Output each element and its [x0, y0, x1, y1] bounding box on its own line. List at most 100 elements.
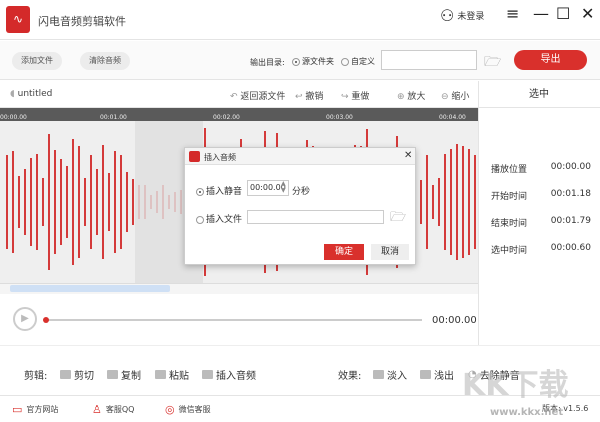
waveform-bar — [132, 179, 134, 225]
dialog-folder-icon[interactable]: 🗁 — [390, 208, 406, 230]
insert-audio-dialog: 插入音频 ✕ 插入静音 00:00.00 ▲ ▼ 分秒 插入文件 🗁 确定 取消 — [184, 147, 416, 265]
panel-row: 选中时间 00:00.60 — [491, 243, 591, 256]
panel-row: 开始时间 00:01.18 — [491, 189, 591, 202]
waveform-bar — [420, 180, 422, 224]
output-dir-label: 输出目录: — [250, 58, 285, 67]
qq-icon: ♙ — [92, 403, 102, 416]
copy-icon — [107, 370, 118, 379]
dialog-title: 插入音频 — [204, 153, 236, 162]
tick-label: 00:00.00 — [0, 114, 27, 121]
insert-icon — [202, 370, 213, 379]
radio-custom[interactable]: 自定义 — [341, 56, 375, 67]
edit-label: 剪辑: — [24, 371, 48, 382]
maximize-button[interactable]: ☐ — [556, 4, 570, 23]
qq-link[interactable]: ♙ 客服QQ — [92, 403, 134, 416]
waveform-bar — [48, 133, 50, 271]
radio-source-folder[interactable]: 源文件夹 — [292, 56, 334, 67]
progress-knob[interactable] — [43, 317, 49, 323]
cancel-button[interactable]: 取消 — [371, 244, 409, 260]
panel-title: 选中 — [478, 81, 600, 108]
revert-button[interactable]: ↶ 返回源文件 — [230, 89, 285, 102]
waveform-bar — [72, 139, 74, 265]
watermark: KK下载 — [462, 368, 569, 403]
monitor-icon: ▭ — [12, 403, 23, 416]
radio-insert-file[interactable]: 插入文件 — [196, 212, 242, 225]
audio-icon: ◖ — [10, 89, 15, 99]
waveform-bar — [12, 151, 14, 253]
zoom-in-button[interactable]: ⊕ 放大 — [397, 89, 425, 102]
output-path-input[interactable] — [381, 50, 477, 70]
website-link[interactable]: ▭ 官方网站 — [12, 403, 58, 416]
app-title: 闪电音频剪辑软件 — [38, 15, 126, 28]
waveform-bar — [426, 154, 428, 250]
insert-audio-button[interactable]: 插入音频 — [202, 367, 256, 382]
redo-button[interactable]: ↪ 重做 — [341, 89, 369, 102]
waveform-bar — [96, 169, 98, 235]
waveform-bar — [6, 155, 8, 249]
waveform-bar — [114, 151, 116, 253]
waveform-bar — [54, 149, 56, 255]
login-label: 未登录 — [457, 12, 485, 22]
waveform-bar — [432, 185, 434, 219]
waveform-bar — [90, 154, 92, 250]
selection-panel — [478, 81, 600, 345]
waveform-bar — [126, 172, 128, 232]
scrollbar-thumb[interactable] — [10, 285, 170, 292]
waveform-bar — [24, 168, 26, 236]
duration-stepper[interactable]: ▲ ▼ — [281, 180, 286, 194]
fade-in-button[interactable]: 淡入 — [373, 367, 407, 382]
waveform-bar — [66, 166, 68, 238]
tick-label: 00:02.00 — [213, 114, 240, 121]
panel-row: 结束时间 00:01.79 — [491, 216, 591, 229]
cut-button[interactable]: 剪切 — [60, 367, 94, 382]
waveform-bar — [462, 145, 464, 259]
copy-button[interactable]: 复制 — [107, 367, 141, 382]
ok-button[interactable]: 确定 — [324, 244, 364, 260]
waveform-bar — [474, 154, 476, 250]
login-button[interactable]: ⚇ 未登录 — [440, 6, 484, 25]
add-file-button[interactable]: 添加文件 — [12, 52, 62, 70]
paste-button[interactable]: 粘贴 — [155, 367, 189, 382]
tick-label: 00:03.00 — [326, 114, 353, 121]
tick-label: 00:04.00 — [439, 114, 466, 121]
waveform-bar — [450, 149, 452, 255]
play-button[interactable]: ▶ — [13, 307, 37, 331]
watermark-url: www.kkx.net — [490, 407, 564, 418]
paste-icon — [155, 370, 166, 379]
waveform-bar — [36, 154, 38, 250]
progress-track[interactable] — [46, 319, 422, 321]
fade-in-icon — [373, 370, 384, 379]
scissors-icon — [60, 370, 71, 379]
waveform-bar — [444, 153, 446, 251]
wechat-link[interactable]: ◎ 微信客服 — [165, 403, 211, 416]
clear-audio-button[interactable]: 清除音频 — [80, 52, 130, 70]
fade-out-icon — [420, 370, 431, 379]
menu-icon[interactable]: ≡ — [506, 4, 519, 23]
current-time: 00:00.00 — [432, 315, 477, 326]
waveform-bar — [84, 177, 86, 227]
unit-label: 分秒 — [292, 187, 311, 197]
panel-row: 播放位置 00:00.00 — [491, 162, 591, 175]
waveform-bar — [78, 145, 80, 259]
waveform-bar — [60, 159, 62, 245]
insert-file-input[interactable] — [247, 210, 384, 224]
waveform-bar — [102, 145, 104, 259]
close-button[interactable]: ✕ — [581, 4, 594, 23]
waveform-bar — [468, 148, 470, 255]
user-icon: ⚇ — [440, 6, 455, 25]
minimize-button[interactable]: — — [533, 4, 549, 23]
waveform-bar — [108, 173, 110, 231]
radio-insert-silence[interactable]: 插入静音 — [196, 184, 242, 197]
effects-label: 效果: — [338, 371, 362, 382]
dialog-logo-icon — [189, 151, 200, 162]
dialog-close-button[interactable]: ✕ — [404, 150, 412, 161]
app-logo-icon: ∿ — [6, 6, 30, 33]
fade-out-button[interactable]: 浅出 — [420, 367, 454, 382]
waveform-bar — [42, 177, 44, 227]
folder-open-icon[interactable]: 🗁 — [484, 51, 501, 75]
file-name: ◖ untitled — [10, 89, 53, 99]
waveform-bar — [120, 155, 122, 249]
undo-button[interactable]: ↩ 撤销 — [295, 89, 323, 102]
export-button[interactable]: 导出 — [514, 50, 587, 70]
zoom-out-button[interactable]: ⊖ 缩小 — [441, 89, 469, 102]
